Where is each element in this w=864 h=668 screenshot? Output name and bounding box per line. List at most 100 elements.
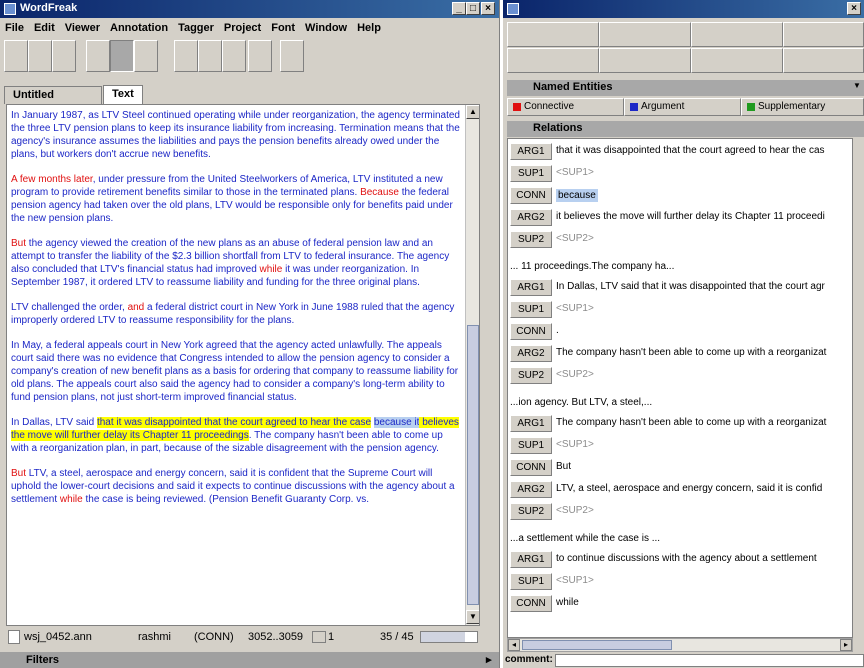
relation-row: ARG2 it believes the move will further de…: [510, 207, 852, 227]
toolbar-button[interactable]: [134, 40, 158, 72]
toolbar-button[interactable]: [174, 40, 198, 72]
relation-text[interactable]: But: [556, 461, 571, 472]
close-icon[interactable]: ×: [847, 2, 861, 15]
toolbar-button[interactable]: [52, 40, 76, 72]
connective-swatch-icon: [513, 103, 521, 111]
scroll-up-icon[interactable]: ▲: [466, 105, 479, 119]
entity-button-argument[interactable]: Argument: [624, 98, 741, 116]
collapse-arrow-icon[interactable]: ▼: [853, 81, 861, 90]
menu-viewer[interactable]: Viewer: [60, 19, 105, 34]
grid-button[interactable]: [783, 48, 864, 73]
relation-tag-button[interactable]: SUP2: [510, 367, 552, 384]
relation-text[interactable]: <SUP1>: [556, 439, 594, 450]
relation-tag-button[interactable]: ARG1: [510, 415, 552, 432]
relation-text[interactable]: <SUP1>: [556, 167, 594, 178]
title-bar[interactable]: WordFreak _ □ ×: [0, 0, 499, 18]
relation-text[interactable]: because: [556, 189, 598, 202]
scroll-down-icon[interactable]: ▼: [466, 610, 479, 624]
relation-text[interactable]: it believes the move will further delay …: [556, 211, 825, 222]
relation-tag-button[interactable]: SUP1: [510, 301, 552, 318]
menu-help[interactable]: Help: [352, 19, 386, 34]
relation-tag-button[interactable]: ARG2: [510, 209, 552, 226]
title-bar[interactable]: ×: [503, 0, 864, 18]
relation-row: SUP1 <SUP1>: [510, 435, 852, 455]
tab-untitled-project[interactable]: Untitled Project: [4, 86, 102, 118]
toolbar-button[interactable]: [222, 40, 246, 72]
relation-text[interactable]: The company hasn't been able to come up …: [556, 347, 826, 358]
relation-tag-button[interactable]: ARG2: [510, 345, 552, 362]
toolbar-button-pressed[interactable]: [110, 40, 134, 72]
document-text-pane[interactable]: In January 1987, as LTV Steel continued …: [6, 104, 480, 626]
relation-tag-button[interactable]: CONN: [510, 187, 552, 204]
tab-text[interactable]: Text: [103, 85, 143, 104]
expand-arrow-icon[interactable]: ▸: [486, 653, 492, 666]
menu-window[interactable]: Window: [300, 19, 352, 34]
relation-tag-button[interactable]: ARG1: [510, 279, 552, 296]
entity-button-connective[interactable]: Connective: [507, 98, 624, 116]
relation-tag-button[interactable]: ARG1: [510, 143, 552, 160]
toolbar-button[interactable]: [280, 40, 304, 72]
relation-tag-button[interactable]: CONN: [510, 595, 552, 612]
relation-text[interactable]: The company hasn't been able to come up …: [556, 417, 826, 428]
vertical-scrollbar[interactable]: ▲ ▼: [465, 105, 479, 625]
relation-tag-button[interactable]: CONN: [510, 459, 552, 476]
horizontal-scrollbar[interactable]: ◂ ▸: [507, 638, 853, 652]
relation-text[interactable]: LTV, a steel, aerospace and energy conce…: [556, 483, 822, 494]
scroll-thumb[interactable]: [522, 640, 672, 650]
relation-text[interactable]: <SUP1>: [556, 303, 594, 314]
relation-tag-button[interactable]: ARG2: [510, 481, 552, 498]
relations-list[interactable]: ▲ ARG1 that it was disappointed that the …: [507, 138, 853, 638]
scroll-right-icon[interactable]: ▸: [840, 639, 852, 651]
relation-text[interactable]: that it was disappointed that the court …: [556, 145, 825, 156]
scroll-thumb[interactable]: [467, 325, 479, 605]
relation-tag-button[interactable]: SUP1: [510, 573, 552, 590]
toolbar-button[interactable]: [248, 40, 272, 72]
relations-header[interactable]: Relations: [507, 121, 864, 137]
scroll-left-icon[interactable]: ◂: [508, 639, 520, 651]
entity-button-supplementary[interactable]: Supplementary: [741, 98, 864, 116]
toolbar-button[interactable]: [4, 40, 28, 72]
menu-project[interactable]: Project: [219, 19, 266, 34]
relation-text[interactable]: .: [556, 325, 559, 336]
relation-row: SUP1 <SUP1>: [510, 571, 852, 591]
relation-tag-button[interactable]: ARG1: [510, 551, 552, 568]
close-icon[interactable]: ×: [481, 2, 495, 15]
relation-tag-button[interactable]: SUP2: [510, 503, 552, 520]
relation-text[interactable]: <SUP2>: [556, 233, 594, 244]
relation-text[interactable]: <SUP2>: [556, 505, 594, 516]
relation-tag-button[interactable]: CONN: [510, 323, 552, 340]
grid-button[interactable]: [691, 22, 783, 47]
grid-button[interactable]: [599, 48, 691, 73]
grid-button[interactable]: [507, 22, 599, 47]
relation-tag-button[interactable]: SUP2: [510, 231, 552, 248]
menu-file[interactable]: File: [0, 19, 29, 34]
menu-font[interactable]: Font: [266, 19, 300, 34]
status-index: 1: [328, 631, 335, 643]
minimize-icon[interactable]: _: [452, 2, 466, 15]
relation-text[interactable]: <SUP2>: [556, 369, 594, 380]
relation-text[interactable]: while: [556, 597, 579, 608]
toolbar-button[interactable]: [28, 40, 52, 72]
relation-tag-button[interactable]: SUP1: [510, 165, 552, 182]
filters-panel-header[interactable]: Filters ▸: [0, 652, 499, 668]
maximize-icon[interactable]: □: [466, 2, 480, 15]
comment-input[interactable]: [555, 654, 864, 667]
relation-row: ARG1 to continue discussions with the age…: [510, 549, 852, 569]
grid-button[interactable]: [599, 22, 691, 47]
menu-tagger[interactable]: Tagger: [173, 19, 219, 34]
argument-swatch-icon: [630, 103, 638, 111]
vertical-scrollbar[interactable]: ▲: [852, 139, 853, 637]
relation-text[interactable]: <SUP1>: [556, 575, 594, 586]
toolbar-button[interactable]: [86, 40, 110, 72]
relation-tag-button[interactable]: SUP1: [510, 437, 552, 454]
menu-edit[interactable]: Edit: [29, 19, 60, 34]
toolbar-button[interactable]: [198, 40, 222, 72]
document-text[interactable]: In January 1987, as LTV Steel continued …: [7, 109, 465, 518]
grid-button[interactable]: [783, 22, 864, 47]
grid-button[interactable]: [691, 48, 783, 73]
relation-text[interactable]: In Dallas, LTV said that it was disappoi…: [556, 281, 825, 292]
named-entities-header[interactable]: Named Entities ▼: [507, 80, 864, 96]
relation-text[interactable]: to continue discussions with the agency …: [556, 553, 817, 564]
menu-annotation[interactable]: Annotation: [105, 19, 173, 34]
grid-button[interactable]: [507, 48, 599, 73]
